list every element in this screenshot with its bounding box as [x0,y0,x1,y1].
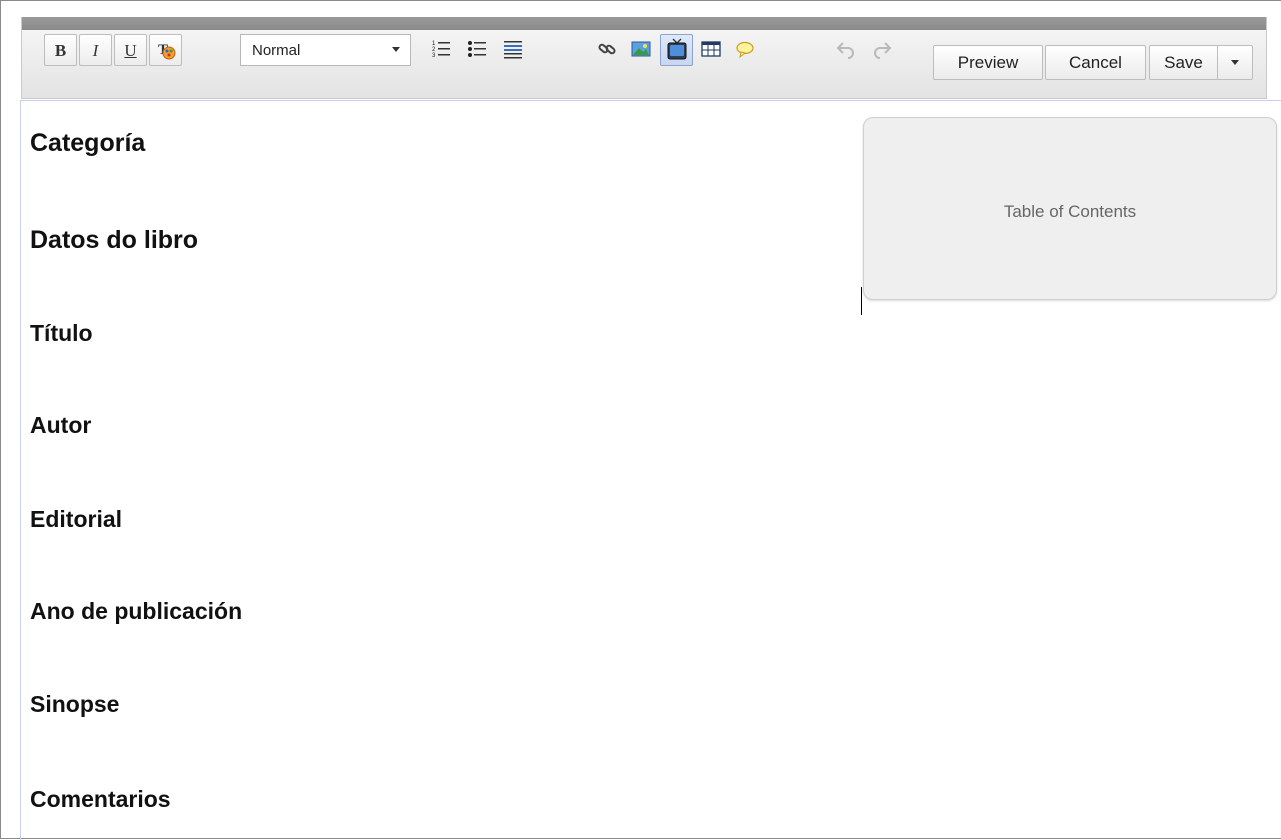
format-select-value: Normal [252,41,301,59]
redo-icon [874,42,892,59]
comment-icon [736,41,754,59]
justify-button[interactable] [496,33,530,65]
heading-ano-de-publicacion[interactable]: Ano de publicación [30,598,242,625]
preview-label: Preview [957,52,1019,72]
text-color-icon: T [158,42,175,60]
numbered-list-button[interactable]: 1 2 3 [424,33,458,65]
heading-titulo[interactable]: Título [30,320,93,347]
bullet-list-icon [468,41,486,57]
format-select[interactable]: Normal [240,34,411,66]
save-label: Save [1164,52,1203,72]
editor-border-left [20,100,21,840]
cancel-button[interactable]: Cancel [1045,45,1146,80]
text-cursor [861,287,862,315]
text-color-button[interactable]: T [149,34,182,66]
video-icon [667,38,686,60]
toolbar-top-bar [22,17,1266,30]
italic-button[interactable]: I [79,34,112,66]
underline-label: U [124,40,137,60]
heading-editorial[interactable]: Editorial [30,506,122,533]
image-icon [631,41,651,57]
heading-sinopse[interactable]: Sinopse [30,691,119,718]
video-button[interactable] [660,34,693,66]
heading-categoria[interactable]: Categoría [30,129,145,158]
link-button[interactable] [591,33,623,65]
bold-label: B [54,40,67,60]
heading-datos-do-libro[interactable]: Datos do libro [30,226,198,255]
editor-window: B I U T Normal 1 2 3 Preview Cancel Save… [0,0,1281,840]
cancel-label: Cancel [1069,52,1122,72]
justify-icon [504,41,522,59]
table-of-contents-label: Table of Contents [1003,202,1137,221]
redo-button[interactable] [866,33,898,65]
svg-text:3: 3 [432,53,436,59]
chevron-down-icon [392,47,400,52]
table-of-contents-placeholder[interactable]: Table of Contents [863,117,1277,300]
save-button[interactable]: Save [1149,45,1217,80]
save-options-button[interactable] [1217,45,1253,80]
undo-button[interactable] [830,33,862,65]
comment-button[interactable] [729,33,761,65]
bold-button[interactable]: B [44,34,77,66]
italic-label: I [92,40,99,60]
heading-comentarios[interactable]: Comentarios [30,786,171,813]
preview-button[interactable]: Preview [933,45,1043,80]
bullet-list-button[interactable] [460,33,494,65]
numbered-list-icon: 1 2 3 [432,41,450,59]
undo-icon [836,42,854,59]
chevron-down-icon [1231,60,1239,65]
underline-button[interactable]: U [114,34,147,66]
image-button[interactable] [625,33,657,65]
link-icon [598,43,616,55]
heading-autor[interactable]: Autor [30,412,91,439]
table-button[interactable] [695,33,727,65]
editor-border-top [20,100,1281,101]
table-icon [701,41,721,57]
